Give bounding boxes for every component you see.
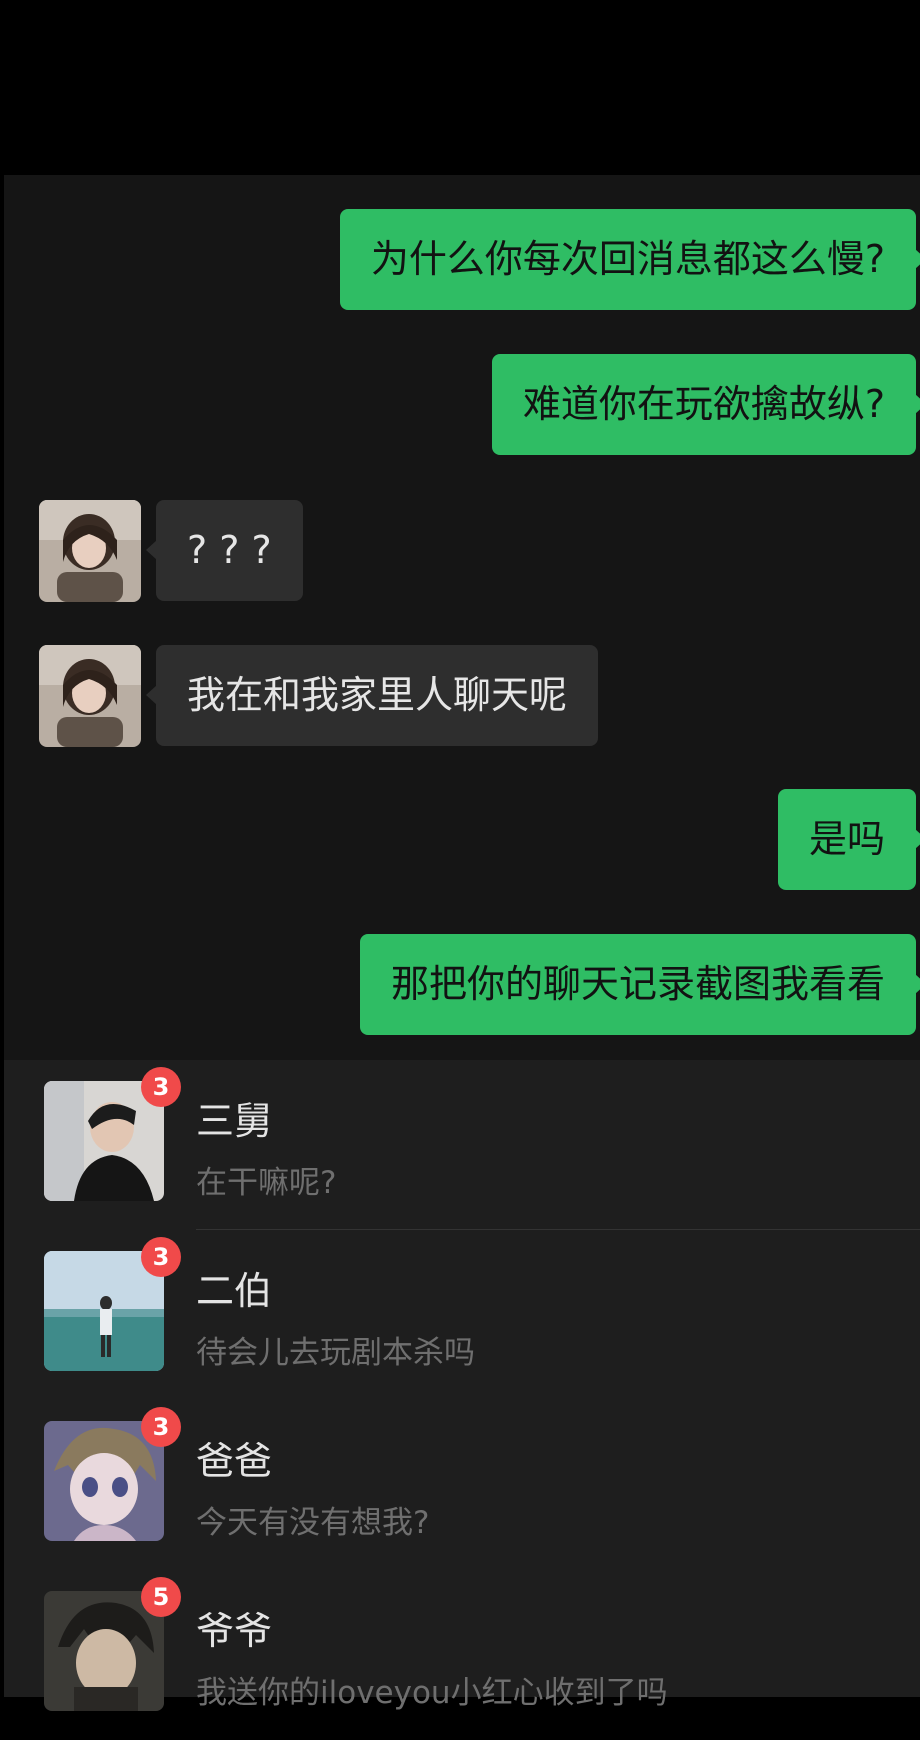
avatar-image (39, 645, 141, 747)
top-black-area (0, 0, 920, 175)
message-bubble-outgoing[interactable]: 难道你在玩欲擒故纵? (491, 354, 920, 455)
message-bubble-outgoing[interactable]: 那把你的聊天记录截图我看看 (359, 934, 920, 1035)
contact-name: 二伯 (196, 1269, 273, 1313)
message-text: ? ? ? (187, 528, 272, 572)
unread-badge: 3 (141, 1067, 181, 1107)
conversation-item[interactable]: 3 二伯 待会儿去玩剧本杀吗 (4, 1230, 920, 1400)
message-bubble-incoming[interactable]: ? ? ? (146, 500, 303, 601)
contact-name: 三舅 (196, 1099, 273, 1143)
message-bubble-outgoing[interactable]: 是吗 (777, 789, 920, 890)
chat-conversation: 为什么你每次回消息都这么慢? 难道你在玩欲擒故纵? ? ? ? 我在和我家里人聊… (4, 175, 920, 1060)
contact-avatar[interactable] (39, 645, 141, 747)
message-text: 是吗 (808, 817, 885, 861)
message-preview: 待会儿去玩剧本杀吗 (196, 1335, 475, 1371)
message-bubble-outgoing[interactable]: 为什么你每次回消息都这么慢? (339, 209, 920, 310)
conversation-item[interactable]: 5 爷爷 我送你的iloveyou小红心收到了吗 (4, 1570, 920, 1740)
message-text: 那把你的聊天记录截图我看看 (390, 962, 885, 1006)
unread-badge: 5 (141, 1577, 181, 1617)
message-text: 为什么你每次回消息都这么慢? (370, 237, 885, 281)
contact-name: 爸爸 (196, 1439, 273, 1483)
conversation-list: 3 三舅 在干嘛呢? 3 二伯 待会儿去玩剧本杀吗 3 爸爸 今天有没有想我? … (4, 1060, 920, 1711)
message-preview: 在干嘛呢? (196, 1165, 337, 1201)
message-text: 难道你在玩欲擒故纵? (522, 382, 885, 426)
unread-badge: 3 (141, 1237, 181, 1277)
contact-avatar[interactable] (39, 500, 141, 602)
avatar-image (39, 500, 141, 602)
message-bubble-incoming[interactable]: 我在和我家里人聊天呢 (145, 645, 599, 746)
conversation-item[interactable]: 3 爸爸 今天有没有想我? (4, 1400, 920, 1570)
message-text: 我在和我家里人聊天呢 (187, 673, 568, 717)
conversation-item[interactable]: 3 三舅 在干嘛呢? (4, 1060, 920, 1230)
contact-name: 爷爷 (196, 1609, 273, 1653)
message-preview: 我送你的iloveyou小红心收到了吗 (196, 1675, 668, 1711)
unread-badge: 3 (141, 1407, 181, 1447)
message-preview: 今天有没有想我? (196, 1505, 430, 1541)
